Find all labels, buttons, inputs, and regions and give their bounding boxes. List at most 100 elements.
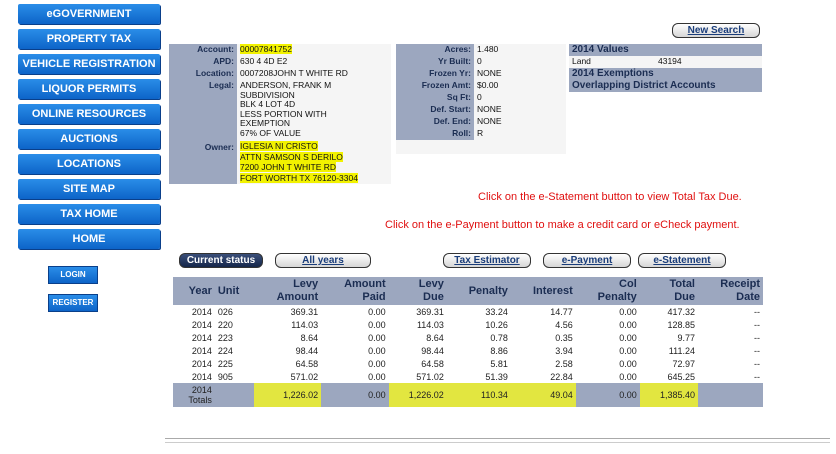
table-cell: 220 bbox=[217, 319, 233, 330]
nav-home[interactable]: HOME bbox=[18, 229, 160, 249]
table-cell: 2.58 bbox=[555, 358, 573, 369]
tax-table: Year Unit Levy Amount Amount Paid Levy Due … bbox=[173, 277, 763, 407]
col-header-total-due: Total Due bbox=[639, 277, 698, 305]
tax-table-body: 2014 026 369.31 0.00 369.31 33.24 14.77 0.00 417… bbox=[173, 305, 763, 407]
nav-vehicle-registration[interactable]: VEHICLE REGISTRATION bbox=[18, 54, 160, 74]
table-cell: 8.86 bbox=[490, 345, 508, 356]
legal-line: 67% OF VALUE bbox=[240, 127, 301, 138]
table-cell: 905 bbox=[217, 371, 233, 382]
table-cell: 2014 bbox=[191, 306, 212, 317]
table-cell: 0.00 bbox=[619, 306, 637, 317]
tab-current-status[interactable]: Current status bbox=[179, 253, 263, 268]
apd-value: 630 4 4D E2 bbox=[237, 56, 391, 68]
table-row: 2014 220 114.03 0.00 114.03 10.26 4.56 0.00 128.… bbox=[173, 318, 763, 331]
def-start-label: Def. Start: bbox=[396, 104, 474, 116]
table-cell: -- bbox=[754, 345, 760, 356]
property-details-table: Acres: 1.480 Yr Built: 0 Frozen Yr: NONE Fr… bbox=[396, 44, 566, 154]
col-header-col-penalty: Col Penalty bbox=[575, 277, 640, 305]
table-cell: 417.32 bbox=[667, 306, 695, 317]
epayment-button[interactable]: e-Payment bbox=[543, 253, 631, 268]
table-cell: 98.44 bbox=[295, 345, 319, 356]
table-cell: 0.78 bbox=[490, 332, 508, 343]
table-cell: 0.00 bbox=[619, 332, 637, 343]
col-header-levy-amount: Levy Amount bbox=[253, 277, 322, 305]
table-cell: 98.44 bbox=[421, 345, 444, 356]
nav-property-tax[interactable]: PROPERTY TAX bbox=[18, 29, 160, 49]
owner-info: IGLESIA NI CRISTO ATTN SAMSON S DERILO 7… bbox=[237, 139, 391, 184]
table-cell: 0.00 bbox=[368, 319, 386, 330]
table-cell: 0.00 bbox=[619, 345, 637, 356]
totals-label: 2014 Totals bbox=[173, 383, 215, 407]
table-row: 2014 223 8.64 0.00 8.64 0.78 0.35 0.00 9.77 -- bbox=[173, 331, 763, 344]
table-cell: -- bbox=[754, 358, 760, 369]
table-cell: 369.31 bbox=[416, 306, 444, 317]
table-cell: 369.31 bbox=[290, 306, 319, 317]
acres-value: 1.480 bbox=[474, 44, 566, 56]
owner-line: 7200 JOHN T WHITE RD bbox=[240, 162, 337, 172]
table-cell: 64.58 bbox=[295, 358, 319, 369]
table-cell: 225 bbox=[217, 358, 233, 369]
estatement-message: Click on the e-Statement button to view … bbox=[478, 191, 742, 203]
table-cell: 5.81 bbox=[490, 358, 508, 369]
location-value: 0007208JOHN T WHITE RD bbox=[237, 68, 391, 80]
table-row: 2014 905 571.02 0.00 571.02 51.39 22.84 0.00 645… bbox=[173, 370, 763, 383]
yr-built-value: 0 bbox=[474, 56, 566, 68]
sidebar-nav: eGOVERNMENT PROPERTY TAX VEHICLE REGISTR… bbox=[0, 0, 161, 454]
totals-col: 0.00 bbox=[575, 383, 640, 407]
roll-value: R bbox=[474, 128, 566, 140]
table-cell: 22.84 bbox=[550, 371, 573, 382]
tab-all-years[interactable]: All years bbox=[275, 253, 371, 268]
col-header-penalty: Penalty bbox=[446, 277, 511, 305]
login-button[interactable]: LOGIN bbox=[48, 266, 98, 284]
nav-locations[interactable]: LOCATIONS bbox=[18, 154, 160, 174]
sqft-label: Sq Ft: bbox=[396, 92, 474, 104]
acres-label: Acres: bbox=[396, 44, 474, 56]
table-cell: 026 bbox=[217, 306, 233, 317]
table-cell: 3.94 bbox=[555, 345, 573, 356]
totals-due: 1,226.02 bbox=[388, 383, 447, 407]
table-cell: -- bbox=[754, 319, 760, 330]
table-cell: 2014 bbox=[191, 332, 212, 343]
frozen-amt-label: Frozen Amt: bbox=[396, 80, 474, 92]
account-info-table: Account: 00007841752 APD: 630 4 4D E2 Lo… bbox=[169, 44, 391, 184]
bottom-divider bbox=[165, 438, 830, 443]
nav-online-resources[interactable]: ONLINE RESOURCES bbox=[18, 104, 160, 124]
table-cell: 0.00 bbox=[368, 306, 386, 317]
table-cell: 2014 bbox=[191, 319, 212, 330]
new-search-button[interactable]: New Search bbox=[672, 23, 760, 38]
col-header-receipt-date: Receipt Date bbox=[698, 277, 763, 305]
table-cell: -- bbox=[754, 306, 760, 317]
totals-row: 2014 Totals 1,226.02 0.00 1,226.02 110.34 49.0… bbox=[173, 383, 763, 407]
totals-levy: 1,226.02 bbox=[253, 383, 322, 407]
estatement-button[interactable]: e-Statement bbox=[638, 253, 726, 268]
owner-line: FORT WORTH TX 76120-3304 bbox=[240, 172, 358, 183]
overlapping-accounts-header: Overlapping District Accounts bbox=[569, 80, 762, 92]
table-cell: 8.64 bbox=[426, 332, 444, 343]
table-cell: 2014 bbox=[191, 345, 212, 356]
frozen-amt-value: $0.00 bbox=[474, 80, 566, 92]
table-cell: 0.00 bbox=[368, 345, 386, 356]
table-cell: 571.02 bbox=[290, 371, 319, 382]
table-cell: 0.00 bbox=[368, 358, 386, 369]
totals-empty bbox=[698, 383, 763, 407]
epayment-message: Click on the e-Payment button to make a … bbox=[385, 219, 740, 231]
table-cell: 10.26 bbox=[485, 319, 508, 330]
table-cell: 14.77 bbox=[550, 306, 573, 317]
nav-tax-home[interactable]: TAX HOME bbox=[18, 204, 160, 224]
register-button[interactable]: REGISTER bbox=[48, 294, 98, 312]
table-cell: 51.39 bbox=[485, 371, 508, 382]
table-cell: 2014 bbox=[191, 371, 212, 382]
account-label: Account: bbox=[169, 44, 237, 56]
yr-built-label: Yr Built: bbox=[396, 56, 474, 68]
nav-site-map[interactable]: SITE MAP bbox=[18, 179, 160, 199]
table-cell: 0.00 bbox=[619, 319, 637, 330]
nav-egovernment[interactable]: eGOVERNMENT bbox=[18, 4, 160, 24]
legal-label: Legal: bbox=[169, 80, 237, 139]
table-cell: 0.00 bbox=[368, 332, 386, 343]
table-cell: -- bbox=[754, 371, 760, 382]
nav-auctions[interactable]: AUCTIONS bbox=[18, 129, 160, 149]
nav-liquor-permits[interactable]: LIQUOR PERMITS bbox=[18, 79, 160, 99]
totals-empty bbox=[214, 383, 254, 407]
tax-estimator-button[interactable]: Tax Estimator bbox=[443, 253, 531, 268]
table-cell: 224 bbox=[217, 345, 233, 356]
